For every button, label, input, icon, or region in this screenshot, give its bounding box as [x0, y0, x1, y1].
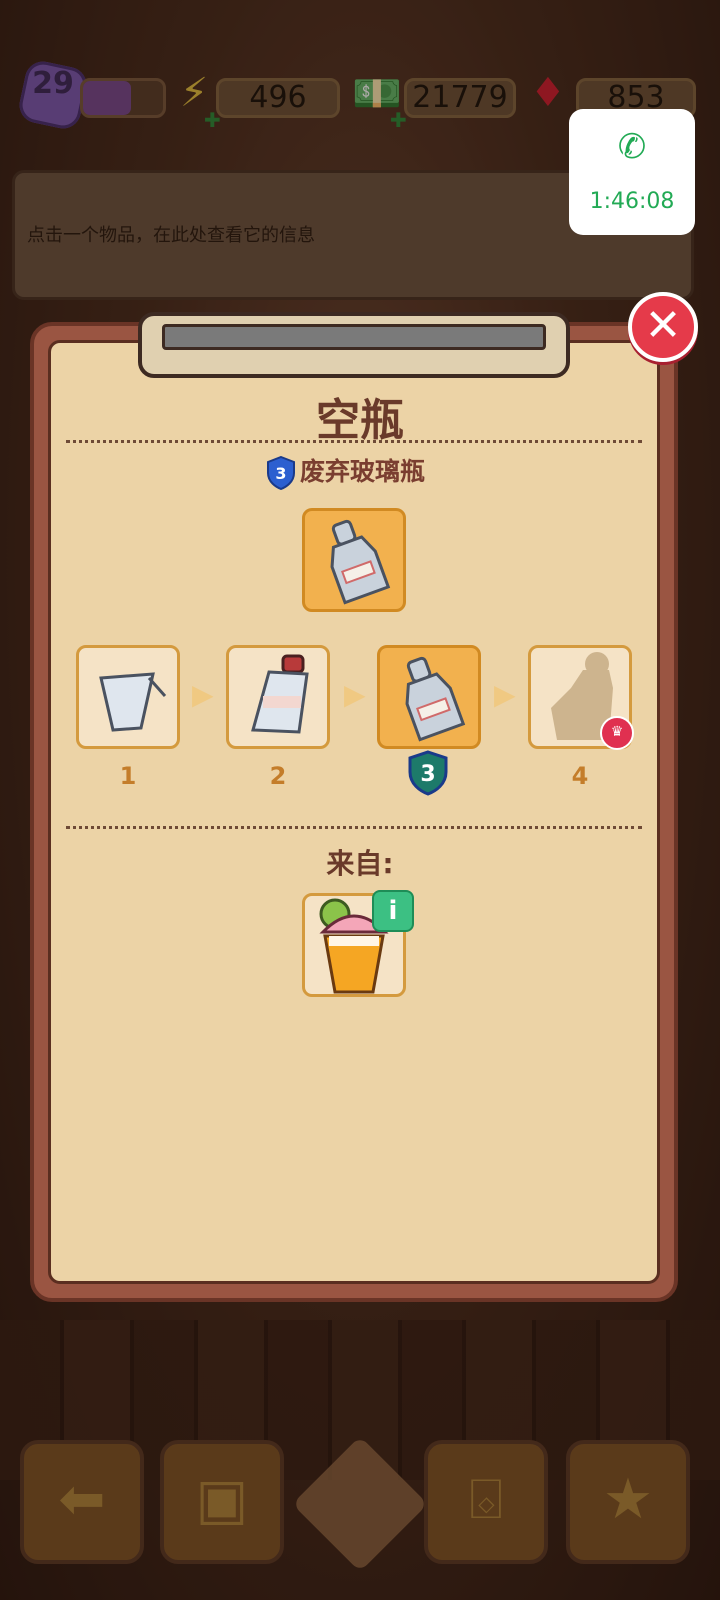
chain-level-2: 2 [269, 762, 287, 790]
source-info-button[interactable]: i [372, 890, 414, 932]
glass-bottle-icon [405, 656, 466, 742]
plastic-cup-icon [99, 672, 167, 732]
level-shield-icon: 3 [267, 456, 295, 490]
clipboard-star-icon: ★ [602, 1467, 654, 1532]
chain-arrow-icon: ▶ [192, 678, 214, 711]
call-timer: 1:46:08 [589, 189, 675, 214]
backpack-button[interactable]: ▣ [160, 1440, 284, 1564]
backpack-icon: ▣ [195, 1467, 249, 1532]
chain-level-1: 1 [119, 762, 137, 790]
current-item-tile[interactable] [302, 508, 406, 612]
basket-button[interactable]: ⌺ [424, 1440, 548, 1564]
back-arrow-icon: ⬅ [58, 1467, 106, 1532]
glass-bottle-icon [330, 519, 391, 605]
plastic-bottle-icon [251, 654, 309, 734]
call-widget[interactable]: ✆ 1:46:08 [569, 109, 695, 235]
close-icon: ✕ [644, 300, 682, 351]
info-icon: i [388, 896, 398, 926]
subtitle-level-text: 3 [275, 464, 286, 483]
chain-arrow-icon: ▶ [494, 678, 516, 711]
clipboard-clip [138, 312, 570, 378]
back-button[interactable]: ⬅ [20, 1440, 144, 1564]
crown-icon: ♛ [600, 716, 634, 750]
from-label: 来自: [326, 847, 394, 880]
basket-icon: ⌺ [469, 1467, 503, 1532]
divider [66, 440, 642, 443]
chain-level-4: 4 [571, 762, 589, 790]
chain-arrow-icon: ▶ [344, 678, 366, 711]
active-level-text: 3 [420, 762, 435, 787]
item-subtitle-text: 废弃玻璃瓶 [300, 457, 426, 486]
chain-item-1[interactable] [76, 645, 180, 749]
current-level-shield-icon: 3 [408, 750, 448, 796]
chain-item-2[interactable] [226, 645, 330, 749]
chain-item-3[interactable] [377, 645, 481, 749]
close-button[interactable]: ✕ [628, 292, 698, 362]
divider [66, 826, 642, 829]
item-title: 空瓶 [316, 395, 404, 446]
item-subtitle: 3 废弃玻璃瓶 [266, 454, 425, 490]
clipboard-button[interactable]: ★ [566, 1440, 690, 1564]
clip-bar [162, 324, 546, 350]
phone-icon: ✆ [617, 127, 647, 167]
